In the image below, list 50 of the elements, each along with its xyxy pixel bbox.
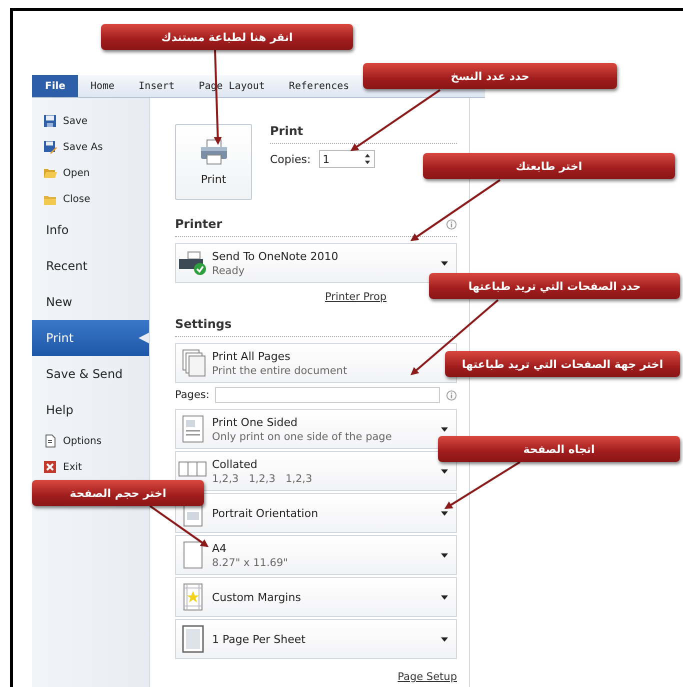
settings-dropdown[interactable]: Print One Sided Only print on one side of the page: [175, 409, 457, 449]
menu-item[interactable]: Save: [32, 108, 149, 134]
menu-item[interactable]: Save As: [32, 134, 149, 160]
menu-item[interactable]: Info: [32, 212, 149, 248]
ribbon-tab[interactable]: References: [276, 75, 362, 97]
settings-dropdown[interactable]: Portrait Orientation: [175, 493, 457, 533]
menu-item[interactable]: Close: [32, 186, 149, 212]
callout: حدد عدد النسخ: [363, 63, 617, 89]
settings-dropdown[interactable]: Custom Margins: [175, 577, 457, 617]
printer-properties-link[interactable]: Printer Prop: [325, 291, 387, 303]
info-icon[interactable]: [446, 218, 457, 230]
settings-dropdown[interactable]: 1 Page Per Sheet: [175, 619, 457, 659]
section-heading: Settings: [175, 317, 233, 331]
callout: اختر جهة الصفحات التي تريد طباعتها: [445, 351, 680, 377]
pages-label: Pages:: [175, 389, 210, 401]
section-heading: Printer: [175, 217, 222, 231]
print-button[interactable]: Print: [175, 124, 252, 200]
menu-item[interactable]: Options: [32, 428, 149, 454]
menu-item[interactable]: Recent: [32, 248, 149, 284]
document-icon: [43, 434, 57, 448]
open-folder-icon: [43, 166, 57, 180]
info-icon[interactable]: [446, 390, 457, 400]
callout: اتجاه الصفحة: [438, 436, 680, 462]
menu-item[interactable]: Exit: [32, 454, 149, 480]
caret-icon: [441, 260, 448, 266]
callout: حدد الصفحات التي تريد طباعتها: [429, 273, 680, 299]
menu-item[interactable]: Print: [32, 320, 149, 356]
floppy-pencil-icon: [43, 140, 57, 154]
menu-item[interactable]: Open: [32, 160, 149, 186]
printer-dropdown[interactable]: Send To OneNote 2010 Ready: [175, 243, 457, 283]
ribbon-tab[interactable]: Insert: [126, 75, 187, 97]
settings-dropdown[interactable]: A4 8.27" x 11.69": [175, 535, 457, 575]
settings-dropdown[interactable]: Print All Pages Print the entire document: [175, 343, 457, 383]
menu-item[interactable]: Help: [32, 392, 149, 428]
callout: اختر طابعتك: [423, 153, 675, 179]
printer-icon: [198, 138, 228, 164]
callout: اختر حجم الصفحة: [32, 480, 204, 506]
copies-spinner[interactable]: 1: [318, 150, 375, 168]
callout: انقر هنا لطباعة مستندك: [101, 24, 353, 50]
menu-item[interactable]: New: [32, 284, 149, 320]
ribbon-tab[interactable]: File: [32, 75, 78, 97]
page-setup-link[interactable]: Page Setup: [398, 671, 457, 683]
copies-label: Copies:: [270, 152, 311, 166]
menu-item[interactable]: Save & Send: [32, 356, 149, 392]
section-heading: Print: [270, 124, 304, 138]
close-icon: [43, 460, 57, 474]
ribbon-tab[interactable]: Home: [78, 75, 127, 97]
pages-field[interactable]: [215, 387, 440, 403]
settings-dropdown[interactable]: Collated 1,2,3 1,2,3 1,2,3: [175, 451, 457, 491]
spinner-arrows-icon: [364, 153, 371, 165]
